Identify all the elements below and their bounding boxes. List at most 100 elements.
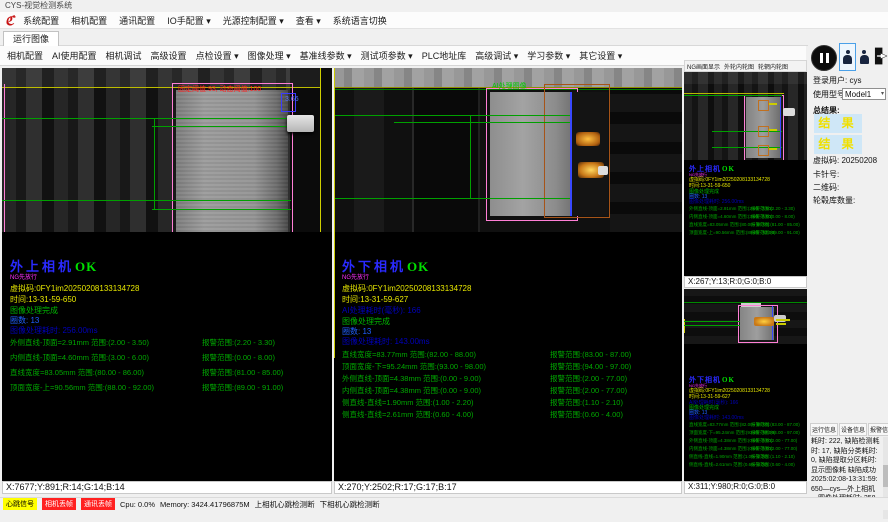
measurement-row: 侧直线-直线=2.61mm 范围:(0.60 - 4.00) 报警范围:(0.6… — [689, 462, 805, 470]
measurement-list: 直线宽度=83.77mm 范围:(82.00 - 88.00) 报警范围:(83… — [342, 349, 680, 421]
toolbar-item[interactable]: 高级设置 — [151, 49, 187, 62]
toolbar-item[interactable]: 点检设置 ▾ — [196, 49, 239, 62]
mini-panel-tab[interactable]: 外轮内轮图 — [724, 62, 754, 71]
measurement-alarm: 报警范围:(81.00 - 85.00) — [202, 367, 330, 382]
menu-item[interactable]: 通讯配置 — [119, 14, 155, 27]
measure-line-green-v — [154, 118, 155, 210]
login-user-label: 登录用户: — [813, 76, 847, 85]
measurement-alarm: 报警范围:(0.60 - 4.00) — [751, 462, 805, 470]
operator-mode-button[interactable] — [839, 43, 856, 71]
login-user-value: cys — [849, 76, 861, 85]
camera-viewport-lower[interactable]: AI处理图像 — [334, 68, 682, 232]
admin-mode-button[interactable] — [857, 46, 871, 68]
mini-panel-tab[interactable]: NG画面显示 — [687, 62, 720, 71]
user-icon — [843, 50, 852, 64]
menu-item[interactable]: 相机配置 — [71, 14, 107, 27]
toolbar-item[interactable]: 相机配置 — [7, 49, 43, 62]
camera-viewport-upper[interactable]: 3.66 固定阈值:93, 动态阈值:100 — [2, 68, 332, 232]
measurement-row: 直线宽度=83.77mm 范围:(82.00 - 88.00) 报警范围:(83… — [689, 422, 805, 430]
defect-box-3 — [758, 145, 769, 156]
hub-count-label: 轮毂库数量: — [813, 195, 855, 206]
measurement-alarm: 报警范围:(81.00 - 85.00) — [751, 222, 805, 230]
menu-item[interactable]: 光源控制配置 ▾ — [223, 14, 284, 27]
mini-viewport-top[interactable] — [684, 72, 807, 160]
toolbar-item[interactable]: 学习参数 ▾ — [527, 49, 570, 62]
cpu-status: Cpu: 0.0% — [120, 500, 155, 509]
clamp-object — [287, 115, 314, 132]
defect-label-mark-1 — [769, 103, 777, 105]
measurement-row: 直线宽度=83.05mm 范围:(80.00 - 86.00) 报警范围:(81… — [10, 367, 330, 382]
measurement-value: 顶面宽度-下=95.24mm 范围:(93.00 - 98.00) — [342, 361, 550, 373]
measurement-value: 内侧直线-顶面=4.38mm 范围:(0.00 - 9.00) — [689, 446, 751, 454]
measurement-alarm: 报警范围:(0.00 - 8.00) — [751, 214, 805, 222]
roi-edge-pink — [4, 84, 5, 232]
title-bar: CYS-视觉检测系统 — [0, 0, 888, 12]
menu-bar: ℭ 系统配置相机配置通讯配置IO手配置 ▾光源控制配置 ▾查看 ▾系统语言切换 — [0, 12, 888, 29]
toolbar-item[interactable]: PLC地址库 — [422, 49, 467, 62]
measurement-alarm: 报警范围:(89.00 - 91.00) — [751, 230, 805, 238]
measurement-row: 外侧直线-顶面=4.38mm 范围:(0.00 - 9.00) 报警范围:(2.… — [689, 438, 805, 446]
menu-item[interactable]: IO手配置 ▾ — [167, 14, 211, 27]
measurement-row: 侧直线-直线=2.61mm 范围:(0.60 - 4.00) 报警范围:(0.6… — [342, 409, 680, 421]
measurement-alarm: 报警范围:(2.20 - 3.30) — [751, 206, 805, 214]
measurement-alarm: 报警范围:(0.00 - 8.00) — [202, 352, 330, 367]
result-subtitle: NG先放行 — [10, 272, 37, 281]
measure-line-green-2 — [152, 126, 291, 127]
toolbar-item[interactable]: 图像处理 ▾ — [248, 49, 291, 62]
info-tab[interactable]: 运行信息 — [810, 423, 838, 436]
result-box-upper: 结 果 — [814, 114, 862, 133]
mini-elapsed-line: 图像处理耗时: 256.00ms — [689, 198, 744, 205]
measurement-alarm: 报警范围:(0.60 - 4.00) — [550, 409, 680, 421]
info-tab[interactable]: 设备信息 — [839, 423, 867, 436]
virtual-code-label: 虚拟码: 20250208 — [813, 155, 877, 166]
mini-panel-bottom: 外下相机OK NG先放行 虚拟码:0FY1im20250208133134728… — [684, 289, 807, 481]
measurement-value: 直线宽度=83.77mm 范围:(82.00 - 88.00) — [342, 349, 550, 361]
measure-line-green-1 — [684, 95, 782, 96]
measurement-alarm: 报警范围:(94.00 - 97.00) — [751, 430, 805, 438]
menu-item[interactable]: 查看 ▾ — [296, 14, 321, 27]
model-select[interactable]: Model1 ▾ — [842, 88, 886, 100]
menu-item[interactable]: 系统配置 — [23, 14, 59, 27]
mini-viewport-bottom[interactable] — [684, 289, 807, 344]
qr-code-label: 二维码: — [813, 182, 839, 193]
exit-door-icon — [874, 46, 888, 66]
measurement-alarm: 报警范围:(83.00 - 87.00) — [550, 349, 680, 361]
measurement-list: 外侧直线-顶面=2.91mm 范围:(2.00 - 3.50) 报警范围:(2.… — [10, 337, 330, 397]
toolbar-item[interactable]: 基准线参数 ▾ — [300, 49, 352, 62]
defect-label-mark-3 — [769, 148, 777, 150]
toolbar-item[interactable]: 测试项参数 ▾ — [361, 49, 413, 62]
log-scrollbar-thumb[interactable] — [883, 465, 888, 487]
app-window: CYS-视觉检测系统 ℭ 系统配置相机配置通讯配置IO手配置 ▾光源控制配置 ▾… — [0, 0, 888, 522]
memory-status: Memory: 3424.41796875M — [160, 500, 250, 509]
measurement-alarm: 报警范围:(2.00 - 77.00) — [550, 373, 680, 385]
exit-button[interactable] — [874, 43, 888, 69]
measurement-value: 侧直线-直线=2.61mm 范围:(0.60 - 4.00) — [689, 462, 751, 470]
toolbar-item[interactable]: 相机调试 — [106, 49, 142, 62]
defect-box-2 — [758, 126, 769, 137]
cursor-readout-upper: X:7677;Y:891;R:14;G:14;B:14 — [2, 481, 332, 494]
toolbar-item[interactable]: AI使用配置 — [52, 49, 97, 62]
pause-button[interactable] — [811, 45, 837, 71]
toolbar-item[interactable]: 其它设置 ▾ — [579, 49, 622, 62]
time-line: 时间:13-31-59-650 — [10, 294, 76, 305]
barcode-line: 虚拟码:0FY1im20250208133134728 — [10, 283, 139, 294]
menu-item[interactable]: 系统语言切换 — [333, 14, 387, 27]
measurement-row: 外侧直线-顶面=2.91mm 范围:(2.00 - 3.50) 报警范围:(2.… — [10, 337, 330, 352]
measurement-row: 外侧直线-顶面=4.38mm 范围:(0.00 - 9.00) 报警范围:(2.… — [342, 373, 680, 385]
measurement-alarm: 报警范围:(89.00 - 91.00) — [202, 382, 330, 397]
measurement-value: 侧直线-直线=2.61mm 范围:(0.60 - 4.00) — [342, 409, 550, 421]
user-dark-icon — [860, 50, 869, 64]
threshold-overlay-label: 固定阈值:93, 动态阈值:100 — [178, 84, 261, 94]
measurement-value: 外侧直线-顶面=4.38mm 范围:(0.00 - 9.00) — [342, 373, 550, 385]
cursor-readout-lower: X:270;Y:2502;R:17;G:17;B:17 — [334, 481, 682, 494]
result-box-lower: 结 果 — [814, 135, 862, 154]
info-tab[interactable]: 报警信息 — [868, 423, 888, 436]
chevron-down-icon: ▾ — [881, 89, 884, 100]
camera-panel-lower: AI处理图像 外下相机OK NG先放行 虚拟码:0FY1im2025020813… — [334, 68, 682, 481]
status-bar: 心跳信号 相机丢帧 通讯丢帧 Cpu: 0.0% Memory: 3424.41… — [0, 497, 888, 510]
mini-panel-tab[interactable]: 轮辋内轮图 — [758, 62, 788, 71]
comm-drop-badge: 通讯丢帧 — [81, 498, 115, 510]
toolbar-item[interactable]: 高级调试 ▾ — [475, 49, 518, 62]
main-menu: 系统配置相机配置通讯配置 IO手配置 ▾ 光源控制配置 ▾ 查看 ▾ 系统语言切换 — [23, 14, 399, 27]
tab-run-image[interactable]: 运行图像 — [3, 31, 59, 47]
